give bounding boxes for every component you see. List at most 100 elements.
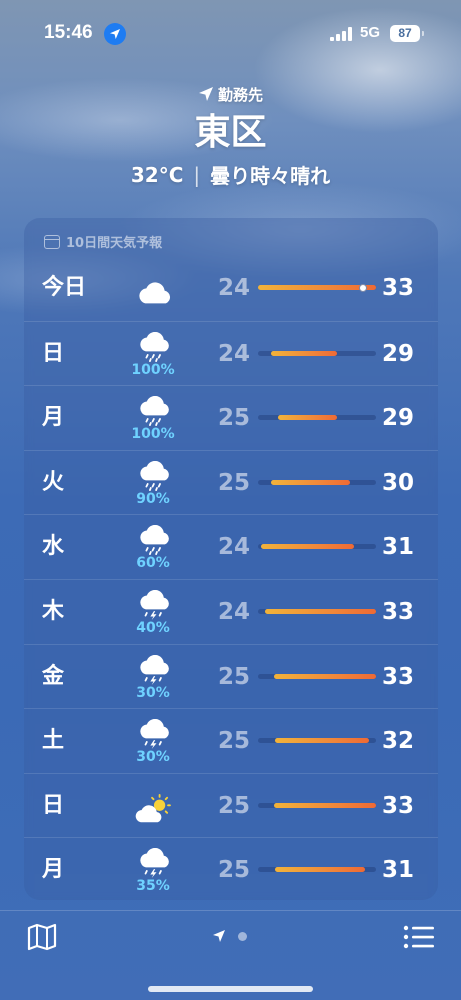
- forecast-row[interactable]: 日 100% 24 29: [24, 320, 438, 386]
- forecast-row[interactable]: 金 30% 25 33: [24, 643, 438, 709]
- low-temperature: 24: [217, 598, 250, 625]
- cellular-signal-icon: [330, 27, 352, 41]
- location-subtitle: 勤務先: [0, 80, 461, 108]
- forecast-condition: 30%: [128, 719, 178, 765]
- forecast-row[interactable]: 月 35% 25 31: [24, 837, 438, 902]
- battery-level: 87: [398, 26, 412, 40]
- forecast-day: 土: [42, 728, 65, 754]
- low-temperature: 25: [217, 857, 250, 884]
- temperature-range-fill: [271, 479, 350, 485]
- forecast-row[interactable]: 木 40% 24 33: [24, 578, 438, 644]
- battery-icon: 87: [390, 25, 424, 42]
- forecast-day: 日: [42, 340, 65, 366]
- page-dot[interactable]: [238, 931, 247, 941]
- low-temperature: 24: [217, 340, 250, 367]
- temperature-range-bar: [258, 673, 376, 679]
- low-temperature: 24: [217, 534, 250, 561]
- cloud-thunderstorm-icon: [128, 848, 178, 879]
- temperature-range-bar: [258, 479, 376, 485]
- forecast-day: 水: [42, 534, 65, 560]
- low-temperature: 25: [217, 405, 250, 432]
- low-temperature: 25: [217, 792, 250, 819]
- cloud-rain-icon: [128, 331, 178, 362]
- low-temperature: 24: [217, 275, 250, 301]
- current-condition: 曇り時々晴れ: [210, 164, 331, 188]
- forecast-condition: 40%: [128, 589, 178, 636]
- forecast-row[interactable]: 今日 24 33: [24, 256, 438, 321]
- temperature-range-bar: [258, 283, 376, 292]
- location-label: 勤務先: [217, 85, 263, 104]
- temperature-range-bar: [258, 738, 376, 744]
- forecast-day: 今日: [42, 275, 87, 300]
- high-temperature: 33: [382, 792, 415, 819]
- status-bar: 15:46 5G 87: [0, 0, 461, 60]
- page-indicator[interactable]: [212, 929, 247, 943]
- temperature-range-bar: [258, 350, 376, 356]
- forecast-row[interactable]: 月 100% 25 29: [24, 385, 438, 450]
- forecast-day: 月: [42, 405, 65, 431]
- high-temperature: 31: [382, 857, 415, 884]
- high-temperature: 33: [382, 598, 415, 625]
- forecast-row[interactable]: 水 60% 24 31: [24, 514, 438, 579]
- temperature-range-fill: [273, 802, 376, 808]
- temperature-range-bar: [258, 608, 376, 614]
- temperature-range-fill: [271, 350, 337, 356]
- forecast-condition: 30%: [128, 654, 178, 701]
- temperature-range-bar: [258, 415, 376, 421]
- ten-day-forecast-card[interactable]: 10日間天気予報 今日 24 33 日 100% 24 29 月 100% 25 29 火 90% 25 3…: [24, 218, 438, 900]
- forecast-day: 月: [42, 857, 65, 883]
- precipitation-chance: 90%: [136, 490, 170, 507]
- forecast-row[interactable]: 土 30% 25 32: [24, 708, 438, 773]
- low-temperature: 25: [217, 663, 250, 690]
- high-temperature: 29: [382, 340, 415, 367]
- summary-separator: |: [193, 162, 201, 187]
- temperature-range-bar: [258, 867, 376, 873]
- high-temperature: 33: [382, 663, 415, 690]
- temperature-range-fill: [275, 738, 370, 744]
- temperature-range-fill: [264, 608, 376, 614]
- cloud-thunderstorm-icon: [128, 719, 178, 750]
- precipitation-chance: 40%: [136, 619, 170, 636]
- high-temperature: 32: [382, 728, 415, 755]
- precipitation-chance: 60%: [136, 555, 170, 572]
- current-location-page-icon[interactable]: [212, 929, 226, 943]
- high-temperature: 30: [382, 469, 415, 496]
- home-indicator[interactable]: [148, 986, 313, 992]
- forecast-row[interactable]: 日 25 33: [24, 772, 438, 840]
- forecast-condition: 35%: [128, 848, 178, 894]
- precipitation-chance: 30%: [136, 684, 170, 701]
- forecast-rows: 今日 24 33 日 100% 24 29 月 100% 25 29 火 90% 25 30 水 60% 24 31…: [24, 256, 438, 902]
- forecast-day: 金: [42, 663, 65, 689]
- calendar-icon: [44, 234, 60, 249]
- low-temperature: 25: [217, 728, 250, 755]
- current-temperature-marker: [358, 283, 367, 292]
- map-icon[interactable]: [26, 923, 58, 951]
- location-active-icon: [104, 23, 126, 45]
- list-icon[interactable]: [402, 923, 436, 951]
- status-time: 15:46: [44, 22, 93, 43]
- forecast-condition: [128, 793, 178, 840]
- precipitation-chance: 35%: [136, 878, 170, 895]
- forecast-day: 木: [42, 598, 65, 624]
- high-temperature: 29: [382, 405, 415, 432]
- forecast-day: 日: [42, 792, 65, 818]
- cloud-rain-icon: [128, 460, 178, 491]
- precipitation-chance: 30%: [136, 749, 170, 766]
- forecast-condition: 100%: [128, 396, 178, 442]
- forecast-condition: 90%: [128, 460, 178, 507]
- cloud-thunderstorm-icon: [128, 654, 178, 685]
- temperature-range-fill: [260, 544, 354, 550]
- temperature-range-fill: [275, 867, 366, 873]
- cloud-rain-icon: [128, 525, 178, 556]
- cloud-icon: [128, 276, 178, 308]
- precipitation-chance: 100%: [131, 426, 175, 443]
- forecast-condition: 60%: [128, 525, 178, 571]
- location-header: 勤務先 東区 32°C | 曇り時々晴れ: [0, 80, 461, 189]
- forecast-condition: 100%: [128, 331, 178, 378]
- forecast-row[interactable]: 火 90% 25 30: [24, 449, 438, 515]
- temperature-range-bar: [258, 544, 376, 550]
- temperature-range-fill: [273, 673, 376, 679]
- partly-sunny-icon: [128, 793, 178, 826]
- current-temperature: 32°C: [130, 162, 184, 187]
- network-type: 5G: [360, 24, 381, 41]
